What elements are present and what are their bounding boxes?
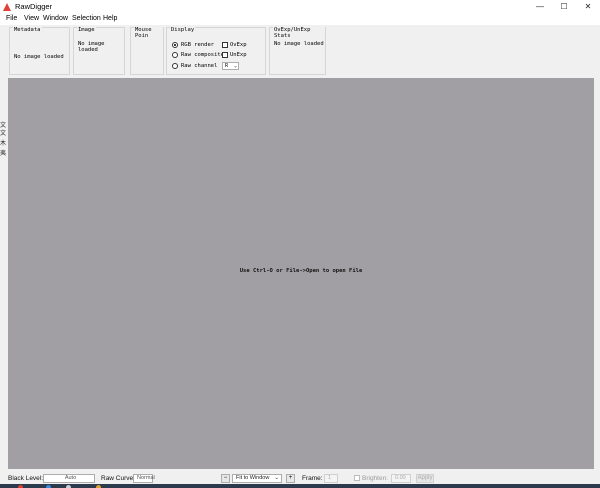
open-file-hint: Use Ctrl-O or File->Open to open File [239,268,363,274]
metadata-status: No image loaded [14,54,64,60]
edge-glyph: 木 [0,140,7,147]
raw-channel-value: R [225,63,229,69]
window-title: RawDigger [15,2,53,11]
raw-composite-radio[interactable] [172,52,178,58]
ovexp-stats-panel: OvExp/UnExp Stats No image loaded [269,27,326,75]
chevron-down-icon: ⌄ [274,475,279,481]
apply-button[interactable]: Apply [416,474,434,483]
close-button[interactable]: ✕ [576,0,600,14]
edge-glyph: 文 [0,130,7,137]
edge-glyph: 夷 [0,150,7,157]
raw-curve-label: Raw Curve: [101,475,135,482]
brighten-field[interactable]: 0.00 [391,474,411,483]
rgb-render-radio[interactable] [172,42,178,48]
image-status: No image loaded [78,41,105,53]
raw-channel-label: Raw channel [181,63,218,69]
menu-bar: File View Window Selection Help [0,14,600,25]
menu-window[interactable]: Window [43,15,68,22]
raw-composite-label: Raw composite [181,52,225,58]
zoom-in-button[interactable]: + [286,474,295,483]
image-title: Image [77,27,96,33]
ovexp-label: OvExp [230,42,247,48]
zoom-select[interactable]: Fit to Window ⌄ [232,474,282,483]
frame-label: Frame: [302,475,323,482]
frame-field[interactable]: 1 [324,474,338,483]
zoom-out-button[interactable]: − [221,474,230,483]
taskbar-strip [0,484,600,488]
maximize-button[interactable]: ☐ [552,0,576,14]
display-panel: Display RGB render Raw composite Raw cha… [166,27,266,75]
ovexp-checkbox[interactable] [222,42,228,48]
unexp-label: UnExp [230,52,247,58]
black-level-field[interactable]: Auto [43,474,95,483]
raw-channel-select[interactable]: R ⌄ [222,62,239,70]
title-bar: RawDigger — ☐ ✕ [0,0,600,14]
unexp-checkbox[interactable] [222,52,228,58]
rawdigger-logo-icon [3,3,11,11]
menu-file[interactable]: File [6,15,17,22]
raw-curve-field[interactable]: Normal [133,474,155,483]
left-edge: 文 文 木 夷 [0,25,8,488]
mouse-pointer-panel: Mouse Poin [130,27,164,75]
ovexp-stats-status: No image loaded [274,41,324,47]
menu-help[interactable]: Help [103,15,117,22]
brighten-checkbox[interactable] [354,475,360,481]
right-edge [594,78,600,469]
black-level-label: Black Level: [8,475,44,482]
raw-channel-radio[interactable] [172,63,178,69]
mouse-pointer-title: Mouse Poin [134,27,163,39]
display-title: Display [170,27,196,33]
chevron-down-icon: ⌄ [233,63,237,69]
image-canvas[interactable]: Use Ctrl-O or File->Open to open File [8,78,594,469]
minimize-button[interactable]: — [528,0,552,14]
info-panels: Metadata No image loaded Image No image … [8,25,600,78]
metadata-panel: Metadata No image loaded [9,27,70,75]
menu-selection[interactable]: Selection [72,15,101,22]
metadata-title: Metadata [13,27,42,33]
menu-view[interactable]: View [24,15,39,22]
zoom-value: Fit to Window [236,475,270,481]
image-panel: Image No image loaded [73,27,125,75]
ovexp-stats-title: OvExp/UnExp Stats [273,27,325,39]
brighten-label: Brighten: [362,475,389,482]
rgb-render-label: RGB render [181,42,215,48]
